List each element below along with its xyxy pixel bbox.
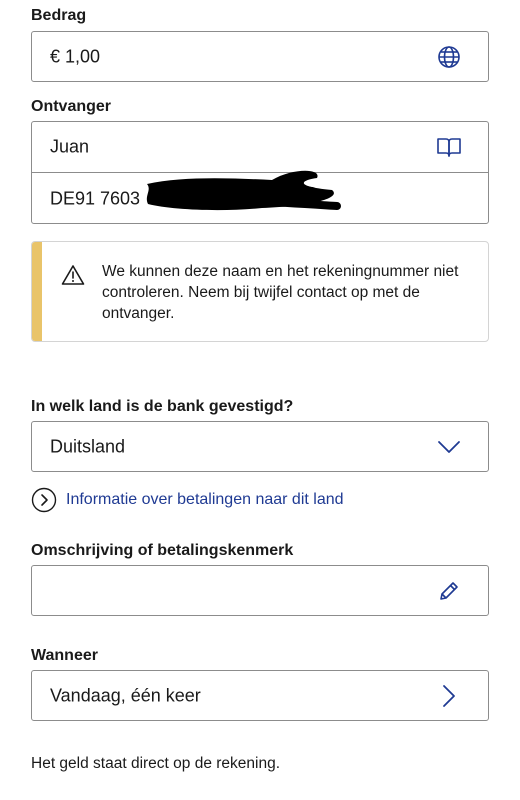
description-label: Omschrijving of betalingskenmerk xyxy=(31,542,294,559)
warning-box: We kunnen deze naam en het rekeningnumme… xyxy=(31,241,489,342)
recipient-name: Juan xyxy=(50,136,90,157)
amount-label: Bedrag xyxy=(31,7,87,24)
pencil-icon[interactable] xyxy=(436,578,462,604)
when-value: Vandaag, één keer xyxy=(50,685,201,705)
chevron-down-icon xyxy=(436,434,462,460)
amount-field[interactable]: € 1,00 xyxy=(31,31,489,82)
globe-icon[interactable] xyxy=(436,44,462,70)
description-input[interactable] xyxy=(31,565,489,616)
recipient-iban: DE91 7603 xyxy=(50,188,141,208)
when-label: Wanneer xyxy=(31,647,98,664)
bank-country-select[interactable]: Duitsland xyxy=(31,421,489,472)
warning-text: We kunnen deze naam en het rekeningnumme… xyxy=(102,263,459,322)
bank-country-value: Duitsland xyxy=(50,436,126,456)
redaction-mark xyxy=(146,170,341,211)
when-select[interactable]: Vandaag, één keer xyxy=(31,670,489,721)
country-info-link-text[interactable]: Informatie over betalingen naar dit land xyxy=(66,491,344,509)
address-book-icon[interactable] xyxy=(436,134,462,160)
chevron-right-circle-icon xyxy=(31,487,57,513)
amount-value: € 1,00 xyxy=(50,46,101,66)
chevron-right-icon xyxy=(436,683,462,709)
warning-triangle-icon xyxy=(61,265,85,285)
warning-accent-bar xyxy=(32,242,42,341)
bank-country-label: In welk land is de bank gevestigd? xyxy=(31,398,294,415)
country-info-link[interactable]: Informatie over betalingen naar dit land xyxy=(31,487,344,513)
payment-form: Bedrag € 1,00 Ontvanger Juan DE91 7603 W… xyxy=(0,0,520,800)
recipient-label: Ontvanger xyxy=(31,98,112,115)
transfer-timing-note: Het geld staat direct op de rekening. xyxy=(31,755,281,772)
